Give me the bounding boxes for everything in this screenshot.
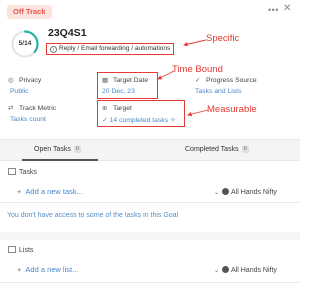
top-bar: Off Track ••• ✕ (0, 0, 300, 22)
tasks-icon (8, 168, 16, 175)
check-icon: ✓ (195, 77, 201, 84)
target-date-label: ▦ Target Date (102, 77, 149, 84)
plus-icon: + (17, 265, 22, 274)
tab-completed-tasks[interactable]: Completed Tasks 0 (185, 146, 249, 153)
access-notice: You don't have access to some of the tas… (7, 212, 179, 219)
target-label: ⊕ Target (102, 105, 132, 112)
lists-heading: Lists (8, 246, 33, 254)
workspace-icon (222, 266, 230, 273)
goal-description-text: Reply / Email forwarding / automations (59, 45, 171, 52)
tab-count: 0 (241, 146, 249, 153)
goal-title[interactable]: 23Q4S1 (48, 27, 87, 39)
chevron-down-icon: ⌄ (214, 190, 220, 196)
divider (0, 202, 300, 203)
tasks-workspace-select[interactable]: ⌄ All Hands Nifty (214, 188, 277, 196)
arrow-measurable (187, 109, 209, 117)
plus-icon: + (17, 187, 22, 196)
progress-source-label: ✓ Progress Source (195, 77, 257, 84)
exchange-icon: ⇄ (8, 105, 14, 112)
active-tab-indicator (22, 159, 98, 161)
check-icon: ✓ (102, 117, 110, 124)
tab-open-tasks[interactable]: Open Tasks 0 (34, 146, 81, 153)
add-list-button[interactable]: + Add a new list... (17, 265, 78, 274)
tabs-bar: Open Tasks 0 Completed Tasks 0 (0, 139, 300, 161)
track-metric-label: ⇄ Track Metric (8, 105, 57, 112)
globe-icon: ◎ (8, 77, 14, 84)
target-date-value[interactable]: 20 Dec, 23 (102, 88, 135, 95)
close-icon[interactable]: ✕ (283, 3, 291, 14)
track-metric-value[interactable]: Tasks count (10, 116, 46, 123)
section-separator (0, 232, 300, 240)
chevron-down-icon: ⌄ (214, 268, 220, 274)
workspace-icon (222, 188, 230, 195)
lists-icon (8, 246, 16, 253)
target-icon: ⊕ (102, 105, 108, 112)
annotation-measurable: Measurable (207, 104, 257, 115)
goal-description[interactable]: i Reply / Email forwarding / automations (46, 43, 175, 55)
lists-workspace-select[interactable]: ⌄ All Hands Nifty (214, 266, 277, 274)
calendar-icon: ▦ (102, 77, 109, 84)
add-task-button[interactable]: + Add a new task... (17, 187, 83, 196)
arrow-specific (183, 39, 207, 47)
info-icon: i (50, 46, 57, 53)
divider (0, 282, 300, 283)
annotation-specific: Specific (206, 33, 240, 44)
tab-count: 0 (73, 146, 81, 153)
annotation-time-bound: Time Bound (172, 64, 223, 75)
privacy-label: ◎ Privacy (8, 77, 42, 84)
target-value[interactable]: ✓ 14 completed tasks ✧ (102, 116, 176, 124)
tasks-heading: Tasks (8, 168, 37, 176)
progress-source-value[interactable]: Tasks and Lists (195, 88, 241, 95)
status-badge[interactable]: Off Track (7, 5, 52, 19)
progress-text: 5/14 (18, 40, 32, 47)
edit-icon[interactable]: ✧ (168, 117, 176, 124)
more-dots-icon[interactable]: ••• (268, 5, 279, 15)
privacy-value[interactable]: Public (10, 88, 29, 95)
